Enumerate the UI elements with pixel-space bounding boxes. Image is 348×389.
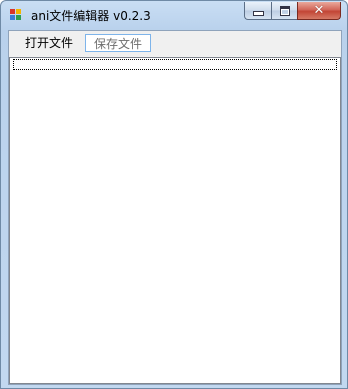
client-area: 打开文件 保存文件	[8, 30, 342, 385]
app-window: ani文件编辑器 v0.2.3 ✕ 打开文件 保存文件	[0, 0, 348, 389]
menu-bar: 打开文件 保存文件	[9, 31, 341, 55]
minimize-button[interactable]	[244, 2, 271, 20]
close-icon: ✕	[313, 3, 325, 18]
window-title: ani文件编辑器 v0.2.3	[31, 9, 151, 23]
maximize-button[interactable]	[271, 2, 297, 20]
close-button[interactable]: ✕	[297, 2, 341, 20]
menu-save-file[interactable]: 保存文件	[85, 34, 151, 52]
editor-focus-rectangle	[13, 59, 337, 70]
title-bar[interactable]: ani文件编辑器 v0.2.3 ✕	[1, 1, 347, 29]
editor-textarea[interactable]	[9, 57, 341, 384]
caption-buttons: ✕	[244, 2, 341, 21]
maximize-icon	[279, 5, 290, 16]
menu-open-file[interactable]: 打开文件	[25, 34, 73, 52]
minimize-icon	[252, 11, 264, 16]
app-icon	[10, 9, 23, 22]
